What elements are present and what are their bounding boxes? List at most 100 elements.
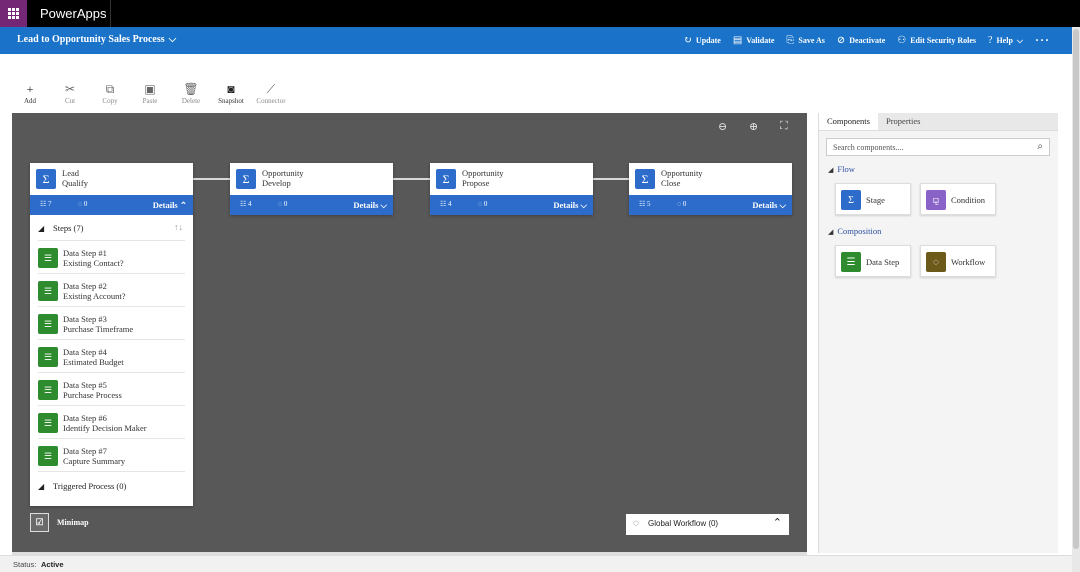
- stage-connector: [393, 178, 430, 180]
- process-title: Lead to Opportunity Sales Process: [17, 34, 165, 45]
- data-step-item[interactable]: ☰ Data Step #6 Identify Decision Maker: [38, 406, 185, 439]
- global-workflow-panel[interactable]: ◌ Global Workflow (0) ⌃: [626, 514, 789, 535]
- cut-label: Cut: [64, 97, 76, 105]
- zoom-out-icon[interactable]: ⊖: [718, 120, 727, 133]
- copy-label: Copy: [102, 97, 118, 105]
- steps-icon: ☷: [639, 200, 648, 208]
- validate-button[interactable]: ▤ Validate: [733, 35, 775, 46]
- data-step-icon: ☰: [38, 446, 58, 466]
- details-toggle[interactable]: Details ⌵: [752, 200, 786, 211]
- component-condition[interactable]: ⚼ Condition: [920, 183, 996, 215]
- trash-icon: 🗑: [183, 82, 199, 96]
- stage-icon: Σ: [236, 169, 256, 189]
- copy-button[interactable]: ⧉ Copy: [90, 82, 130, 105]
- stage-connector: [193, 178, 230, 180]
- tab-components[interactable]: Components: [819, 113, 878, 130]
- workflows-count: ◌ 0: [78, 200, 88, 208]
- minimap-toggle[interactable]: ☑ Minimap: [30, 513, 89, 532]
- snapshot-button[interactable]: ◙ Snapshot: [211, 82, 251, 105]
- stage-summary-bar: ☷ 7 ◌ 0 Details ⌃: [30, 195, 193, 215]
- data-step-item[interactable]: ☰ Data Step #1 Existing Contact?: [38, 241, 185, 274]
- workflows-count: ◌ 0: [478, 200, 488, 208]
- component-label: Data Step: [866, 257, 900, 267]
- data-step-item[interactable]: ☰ Data Step #4 Estimated Budget: [38, 340, 185, 373]
- waffle-icon: [8, 8, 19, 19]
- process-canvas[interactable]: ⊖ ⊕ ⛶ Σ Lead Qualify ☷ 7 ◌ 0 Details ⌃ ◢…: [12, 113, 807, 553]
- data-step-item[interactable]: ☰ Data Step #2 Existing Account?: [38, 274, 185, 307]
- stage-icon: Σ: [436, 169, 456, 189]
- data-step-icon: ☰: [38, 380, 58, 400]
- chevron-up-icon[interactable]: ⌃: [773, 516, 782, 529]
- search-input[interactable]: [833, 139, 1023, 155]
- edit-security-roles-button[interactable]: ⚇ Edit Security Roles: [897, 35, 976, 46]
- step-field: Identify Decision Maker: [63, 423, 147, 433]
- component-data-step[interactable]: ☰ Data Step: [835, 245, 911, 277]
- group-header-flow[interactable]: ◢ Flow: [828, 164, 855, 174]
- add-button[interactable]: + Add: [10, 82, 50, 105]
- paste-label: Paste: [142, 97, 158, 105]
- save-icon: ⎘: [786, 35, 795, 46]
- stage-icon: Σ: [635, 169, 655, 189]
- component-workflow[interactable]: ◌ Workflow: [920, 245, 996, 277]
- condition-icon: ⚼: [926, 190, 946, 210]
- deactivate-label: Deactivate: [849, 36, 886, 45]
- search-icon[interactable]: ⌕: [1037, 141, 1043, 152]
- component-stage[interactable]: Σ Stage: [835, 183, 911, 215]
- chevron-up-icon: ⌃: [179, 200, 187, 210]
- steps-count: ☷ 4: [440, 200, 452, 208]
- app-launcher-button[interactable]: [0, 0, 27, 27]
- more-options-button[interactable]: ···: [1035, 33, 1050, 48]
- stage-entity: Opportunity: [462, 168, 504, 178]
- stage-card-close[interactable]: Σ Opportunity Close ☷ 5 ◌ 0 Details ⌵: [629, 163, 792, 215]
- stage-icon: Σ: [841, 190, 861, 210]
- fit-to-screen-icon[interactable]: ⛶: [780, 120, 788, 133]
- paste-icon: ▣: [144, 82, 156, 96]
- data-step-item[interactable]: ☰ Data Step #3 Purchase Timeframe: [38, 307, 185, 340]
- stage-name: Develop: [262, 178, 291, 188]
- stage-card-develop[interactable]: Σ Opportunity Develop ☷ 4 ◌ 0 Details ⌵: [230, 163, 393, 215]
- data-step-icon: ☰: [38, 314, 58, 334]
- data-step-icon: ☰: [38, 248, 58, 268]
- workflows-count: ◌ 0: [677, 200, 687, 208]
- process-title-dropdown[interactable]: Lead to Opportunity Sales Process ⌵: [17, 34, 176, 45]
- cut-button[interactable]: ✂ Cut: [50, 82, 90, 105]
- stage-card-propose[interactable]: Σ Opportunity Propose ☷ 4 ◌ 0 Details ⌵: [430, 163, 593, 215]
- sort-arrows-icon[interactable]: ↑↓: [174, 222, 183, 232]
- update-button[interactable]: ↻ Update: [684, 35, 721, 46]
- details-toggle[interactable]: Details ⌵: [353, 200, 387, 211]
- delete-button[interactable]: 🗑 Delete: [171, 82, 211, 105]
- tab-properties[interactable]: Properties: [878, 113, 928, 130]
- minimap-label: Minimap: [57, 518, 89, 527]
- paste-button[interactable]: ▣ Paste: [130, 82, 170, 105]
- step-title: Data Step #4: [63, 347, 107, 357]
- save-as-label: Save As: [798, 36, 825, 45]
- step-field: Estimated Budget: [63, 357, 124, 367]
- app-bar: PowerApps: [0, 0, 1080, 27]
- connector-button[interactable]: ⟋ Connector: [251, 82, 291, 105]
- data-step-item[interactable]: ☰ Data Step #5 Purchase Process: [38, 373, 185, 406]
- chevron-down-icon: ⌵: [580, 200, 587, 210]
- status-value: Active: [41, 560, 64, 569]
- group-header-composition[interactable]: ◢ Composition: [828, 226, 881, 236]
- zoom-in-icon[interactable]: ⊕: [749, 120, 758, 133]
- data-step-item[interactable]: ☰ Data Step #7 Capture Summary: [38, 439, 185, 472]
- components-panel: Components Properties ⌕ ◢Flow Σ Stage ⚼ …: [818, 113, 1058, 553]
- deactivate-button[interactable]: ⊘ Deactivate: [837, 35, 885, 46]
- save-as-button[interactable]: ⎘ Save As: [786, 35, 824, 46]
- steps-section-header[interactable]: ◢ Steps (7) ↑↓: [38, 215, 185, 241]
- data-step-icon: ☰: [841, 252, 861, 272]
- camera-icon: ◙: [227, 82, 235, 96]
- steps-count: ☷ 5: [639, 200, 651, 208]
- workflow-icon: ◌: [926, 252, 946, 272]
- help-button[interactable]: ? Help ⌵: [988, 35, 1023, 46]
- details-toggle[interactable]: Details ⌃: [153, 200, 187, 211]
- component-search: ⌕: [826, 138, 1050, 156]
- vertical-scrollbar[interactable]: [1072, 27, 1080, 572]
- data-step-icon: ☰: [38, 281, 58, 301]
- app-name[interactable]: PowerApps: [40, 6, 106, 21]
- scrollbar-thumb[interactable]: [1073, 29, 1079, 549]
- triggered-process-section[interactable]: ◢ Triggered Process (0): [38, 472, 185, 500]
- stage-name: Qualify: [62, 178, 88, 188]
- stage-card-qualify[interactable]: Σ Lead Qualify ☷ 7 ◌ 0 Details ⌃ ◢ Steps…: [30, 163, 193, 506]
- details-toggle[interactable]: Details ⌵: [553, 200, 587, 211]
